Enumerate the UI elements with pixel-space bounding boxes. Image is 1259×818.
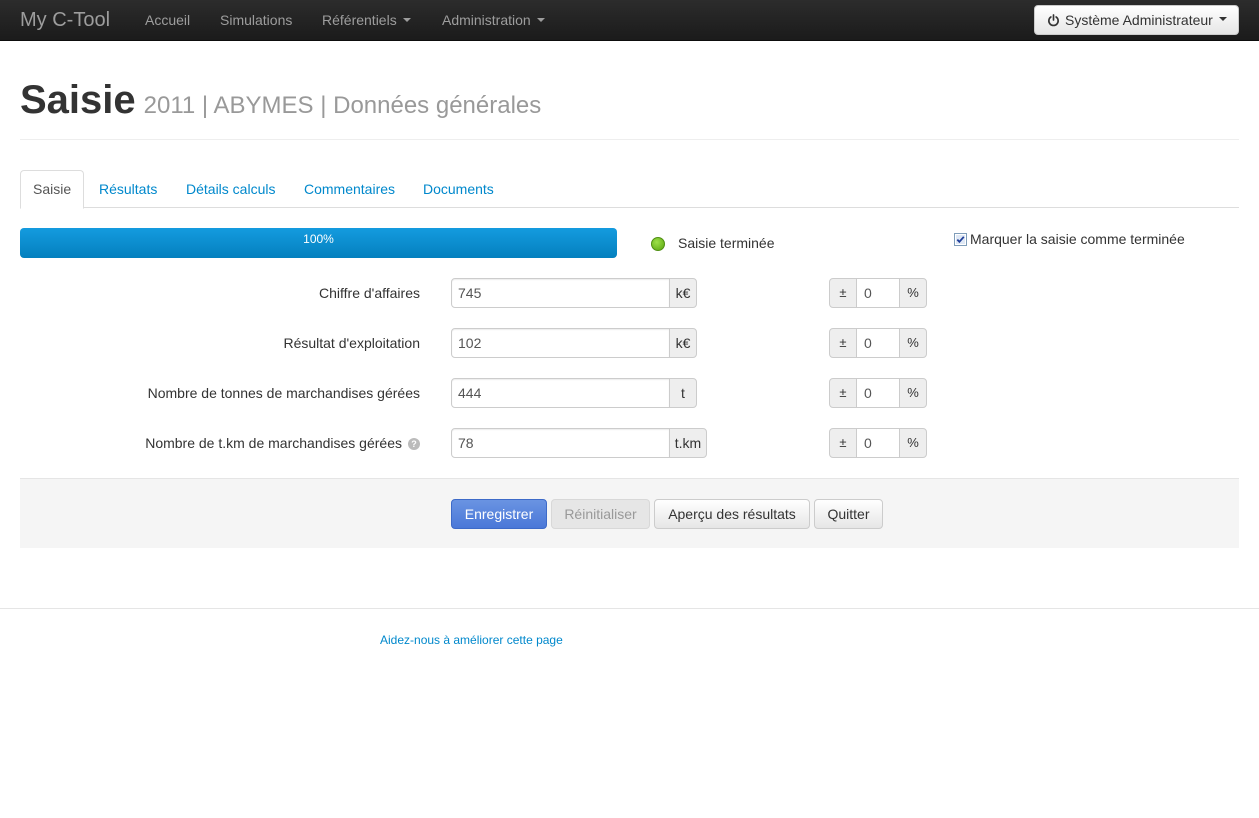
status-text: Saisie terminée [678, 235, 775, 251]
unit-addon: t [669, 378, 697, 408]
power-icon [1048, 13, 1059, 26]
nav-referentiels-label: Référentiels [322, 12, 397, 28]
uncertainty-input[interactable]: 0 [856, 328, 900, 358]
percent-addon: % [899, 328, 927, 358]
nav-accueil[interactable]: Accueil [145, 12, 190, 28]
user-menu-button[interactable]: Système Administrateur [1034, 5, 1239, 35]
tab-resultats[interactable]: Résultats [99, 170, 157, 208]
top-navbar: My C-Tool Accueil Simulations Référentie… [0, 0, 1259, 41]
resultat-exploitation-input[interactable]: 102 [451, 328, 670, 358]
tonnes-input[interactable]: 444 [451, 378, 670, 408]
page-title: Saisie [20, 78, 136, 122]
user-name: Système Administrateur [1065, 12, 1213, 28]
chevron-down-icon [402, 18, 411, 23]
unit-addon: k€ [669, 278, 697, 308]
percent-addon: % [899, 278, 927, 308]
tab-documents[interactable]: Documents [423, 170, 494, 208]
quit-button[interactable]: Quitter [814, 499, 883, 529]
save-button[interactable]: Enregistrer [451, 499, 547, 529]
mark-done-label[interactable]: Marquer la saisie comme terminée [970, 231, 1185, 247]
percent-addon: % [899, 428, 927, 458]
nav-administration-dropdown[interactable]: Administration [442, 12, 545, 28]
field-label: Résultat d'exploitation [283, 335, 420, 351]
field-label: Nombre de t.km de marchandises gérées [145, 435, 402, 451]
uncertainty-input[interactable]: 0 [856, 378, 900, 408]
preview-results-button[interactable]: Aperçu des résultats [654, 499, 810, 529]
tkm-input[interactable]: 78 [451, 428, 670, 458]
nav-simulations[interactable]: Simulations [220, 12, 292, 28]
page-header: Saisie 2011 | ABYMES | Données générales [20, 78, 1239, 140]
checkmark-icon [956, 235, 965, 244]
field-label: Nombre de tonnes de marchandises gérées [147, 385, 420, 401]
tab-saisie[interactable]: Saisie [20, 170, 85, 209]
question-icon[interactable]: ? [408, 438, 420, 451]
plus-minus-addon: ± [829, 378, 857, 408]
field-label: Chiffre d'affaires [319, 285, 420, 301]
chiffre-affaires-input[interactable]: 745 [451, 278, 670, 308]
chevron-down-icon [536, 18, 545, 23]
feedback-link[interactable]: Aidez-nous à améliorer cette page [380, 633, 563, 647]
unit-addon: k€ [669, 328, 697, 358]
nav-administration-label: Administration [442, 12, 531, 28]
footer-divider [0, 608, 1259, 609]
uncertainty-input[interactable]: 0 [856, 278, 900, 308]
tab-details-calculs[interactable]: Détails calculs [186, 170, 275, 208]
plus-minus-addon: ± [829, 428, 857, 458]
chevron-down-icon [1218, 17, 1227, 21]
mark-done-checkbox[interactable] [954, 233, 967, 246]
tab-commentaires[interactable]: Commentaires [304, 170, 395, 208]
reset-button[interactable]: Réinitialiser [551, 499, 650, 529]
plus-minus-addon: ± [829, 278, 857, 308]
tab-bar: Saisie Résultats Détails calculs Comment… [20, 170, 1239, 209]
page-subtitle: 2011 | ABYMES | Données générales [143, 92, 542, 119]
progress-fill: 100% [20, 228, 617, 258]
nav-referentiels-dropdown[interactable]: Référentiels [322, 12, 411, 28]
status-indicator-icon [651, 237, 665, 251]
form-actions: Enregistrer Réinitialiser Aperçu des rés… [20, 478, 1239, 548]
percent-addon: % [899, 378, 927, 408]
brand-logo[interactable]: My C-Tool [20, 9, 110, 32]
unit-addon: t.km [669, 428, 707, 458]
field-label-with-help: Nombre de t.km de marchandises gérées? [145, 435, 420, 451]
progress-bar: 100% [20, 228, 617, 258]
uncertainty-input[interactable]: 0 [856, 428, 900, 458]
plus-minus-addon: ± [829, 328, 857, 358]
